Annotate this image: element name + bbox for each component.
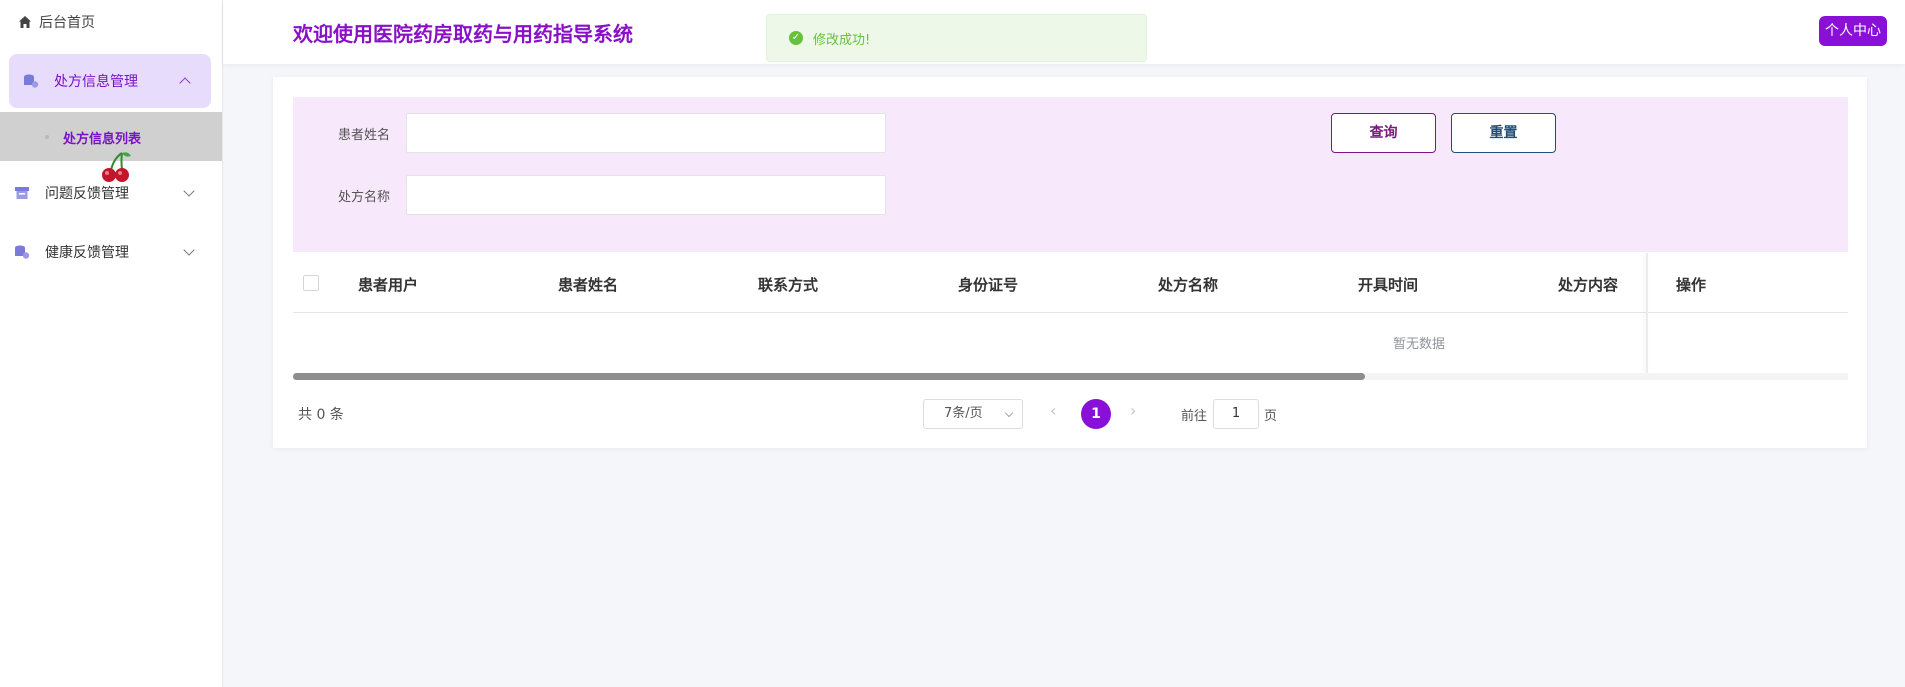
personal-center-button[interactable]: 个人中心 (1819, 16, 1887, 46)
goto-label: 前往 (1181, 409, 1208, 424)
horizontal-scrollbar-thumb[interactable] (293, 373, 1365, 380)
chevron-down-icon (183, 244, 195, 256)
page-size-value: 7条/页 (944, 406, 983, 421)
content-card: 患者姓名 处方名称 查询 重置 患者用户 患者姓名 联系方式 身份证号 处方名称… (273, 77, 1867, 448)
database-icon (15, 245, 30, 259)
page-number-current[interactable]: 1 (1081, 399, 1111, 429)
search-panel: 患者姓名 处方名称 查询 重置 (293, 97, 1848, 252)
toast-message: 修改成功! (813, 32, 871, 48)
sidebar-subitem-label: 处方信息列表 (63, 132, 142, 147)
sidebar: 后台首页 处方信息管理 处方信息列表 问题反馈管理 健康反馈管理 (0, 0, 223, 687)
check-circle-icon: ✓ (789, 31, 803, 45)
column-header: 身份证号 (958, 276, 1019, 294)
patient-name-input[interactable] (406, 113, 886, 153)
sidebar-menu-label: 健康反馈管理 (45, 245, 129, 261)
page-title: 欢迎使用医院药房取药与用药指导系统 (293, 22, 633, 46)
goto-suffix: 页 (1264, 409, 1278, 424)
sidebar-menu-health-feedback[interactable]: 健康反馈管理 (0, 225, 223, 279)
chevron-down-icon (183, 185, 195, 197)
select-all-checkbox[interactable] (303, 275, 319, 291)
sidebar-menu-feedback[interactable]: 问题反馈管理 (0, 166, 223, 220)
sidebar-menu-label: 问题反馈管理 (45, 186, 129, 202)
column-header-actions: 操作 (1676, 276, 1707, 294)
next-page-icon[interactable]: › (1130, 401, 1136, 420)
prescription-name-label: 处方名称 (338, 190, 391, 205)
pagination-total: 共 0 条 (298, 407, 344, 423)
prev-page-icon[interactable]: ‹ (1050, 401, 1056, 420)
bullet-icon (45, 135, 49, 139)
success-toast: ✓ 修改成功! (766, 14, 1147, 62)
sidebar-menu-label: 处方信息管理 (54, 74, 138, 90)
prescription-name-input[interactable] (406, 175, 886, 215)
patient-name-label: 患者姓名 (338, 128, 391, 143)
column-header: 处方名称 (1158, 276, 1219, 294)
column-header: 开具时间 (1358, 276, 1419, 294)
query-button[interactable]: 查询 (1331, 113, 1436, 153)
column-header: 联系方式 (758, 276, 819, 294)
table-header: 患者用户 患者姓名 联系方式 身份证号 处方名称 开具时间 处方内容 操作 (293, 253, 1848, 313)
sidebar-home-label: 后台首页 (39, 15, 95, 31)
reset-button[interactable]: 重置 (1451, 113, 1556, 153)
fixed-column-divider (1646, 253, 1648, 376)
sidebar-menu-prescription[interactable]: 处方信息管理 (9, 54, 211, 108)
column-header: 处方内容 (1558, 276, 1619, 294)
sidebar-home[interactable]: 后台首页 (18, 12, 95, 32)
chevron-up-icon (179, 77, 191, 89)
empty-state-text: 暂无数据 (1393, 337, 1446, 352)
database-icon (24, 74, 39, 88)
page-size-select[interactable]: 7条/页 (923, 399, 1023, 429)
chevron-down-icon (1004, 408, 1014, 418)
home-icon (19, 16, 31, 28)
inbox-icon (15, 187, 29, 199)
goto-page-input[interactable]: 1 (1213, 399, 1259, 429)
column-header: 患者用户 (358, 276, 419, 294)
column-header: 患者姓名 (558, 276, 619, 294)
